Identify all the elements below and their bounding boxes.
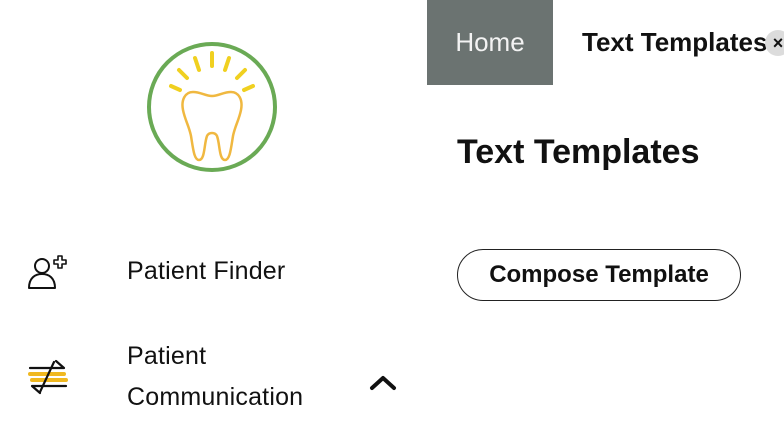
tab-bar: Home Text Templates × xyxy=(427,0,784,85)
sidebar: Patient Finder Patient Communication xyxy=(0,0,428,446)
sidebar-item-label-line2: Communication xyxy=(127,383,304,411)
sidebar-item-label: Patient Finder xyxy=(127,257,286,285)
sidebar-item-patient-finder[interactable]: Patient Finder xyxy=(0,248,427,296)
tooth-logo-icon xyxy=(147,42,277,172)
exchange-arrows-icon xyxy=(28,359,68,395)
sidebar-item-patient-communication[interactable]: Patient Communication xyxy=(0,334,427,420)
person-add-icon xyxy=(28,255,67,289)
tab-text-templates-label: Text Templates xyxy=(582,27,768,57)
close-icon[interactable]: × xyxy=(765,30,784,56)
chevron-up-icon[interactable] xyxy=(366,370,400,394)
tab-home-label: Home xyxy=(455,27,525,57)
compose-template-button[interactable]: Compose Template xyxy=(457,249,741,301)
tab-text-templates[interactable]: Text Templates × xyxy=(553,0,784,85)
main-content: Text Templates Compose Template xyxy=(427,85,784,446)
sidebar-item-label-line1: Patient xyxy=(127,342,207,370)
tab-home[interactable]: Home xyxy=(427,0,553,85)
page-title: Text Templates xyxy=(457,133,700,171)
